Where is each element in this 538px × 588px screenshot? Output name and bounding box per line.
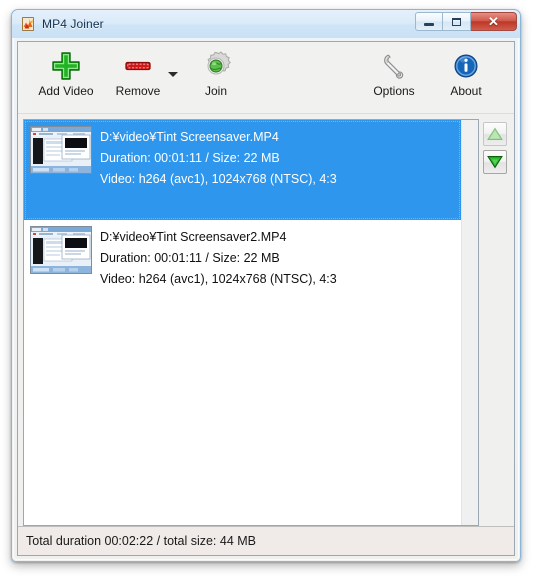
reorder-controls (479, 119, 509, 526)
maximize-icon (452, 17, 461, 26)
green-plus-icon (52, 52, 80, 80)
row-meta: D:¥video¥Tint Screensaver.MP4 Duration: … (100, 126, 337, 214)
row-video-info: Video: h264 (avc1), 1024x768 (NTSC), 4:3 (100, 272, 337, 286)
remove-icon-wrap (123, 49, 153, 83)
red-minus-icon (125, 61, 151, 71)
thumbnail-image (31, 227, 91, 273)
row-duration: Duration: 00:01:11 / Size: 22 MB (100, 151, 280, 165)
toolbar: Add Video Remove Join Options About (18, 42, 514, 114)
add-video-icon-wrap (51, 49, 81, 83)
video-thumbnail (30, 126, 92, 174)
join-icon-wrap (200, 49, 232, 83)
row-path: D:¥video¥Tint Screensaver2.MP4 (100, 230, 287, 244)
window-controls: ✕ (415, 12, 517, 31)
add-video-label: Add Video (38, 84, 94, 98)
about-icon-wrap (453, 49, 479, 83)
maximize-button[interactable] (443, 12, 471, 31)
about-label: About (450, 84, 482, 98)
list-scrollbar-gutter[interactable] (461, 120, 478, 525)
app-icon (22, 17, 34, 31)
arrow-down-icon (487, 156, 503, 169)
remove-button[interactable]: Remove (102, 46, 174, 98)
arrow-up-icon (487, 127, 503, 140)
options-button[interactable]: Options (358, 46, 430, 98)
row-video-info: Video: h264 (avc1), 1024x768 (NTSC), 4:3 (100, 172, 337, 186)
move-down-button[interactable] (483, 150, 507, 174)
status-bar: Total duration 00:02:22 / total size: 44… (18, 526, 514, 555)
remove-label: Remove (115, 84, 161, 98)
mp4-joiner-window: MP4 Joiner ✕ Add Video Remove Join Optio… (11, 9, 521, 562)
close-icon: ✕ (488, 14, 499, 29)
window-title: MP4 Joiner (42, 17, 104, 31)
row-path: D:¥video¥Tint Screensaver.MP4 (100, 130, 279, 144)
video-thumbnail (30, 226, 92, 274)
minimize-button[interactable] (415, 12, 443, 31)
row-meta: D:¥video¥Tint Screensaver2.MP4 Duration:… (100, 226, 337, 290)
title-bar[interactable]: MP4 Joiner ✕ (12, 10, 520, 38)
client-area: Add Video Remove Join Options About D:¥v… (17, 41, 515, 556)
options-label: Options (373, 84, 415, 98)
options-icon-wrap (380, 49, 408, 83)
status-text: Total duration 00:02:22 / total size: 44… (26, 534, 256, 548)
wrench-icon (384, 54, 404, 79)
close-button[interactable]: ✕ (471, 12, 517, 31)
join-button[interactable]: Join (180, 46, 252, 98)
move-up-button[interactable] (483, 122, 507, 146)
table-row[interactable]: D:¥video¥Tint Screensaver.MP4 Duration: … (24, 120, 461, 220)
info-circle-icon (454, 54, 478, 78)
desktop-backdrop: MP4 Joiner ✕ Add Video Remove Join Optio… (0, 0, 538, 588)
video-list[interactable]: D:¥video¥Tint Screensaver.MP4 Duration: … (23, 119, 479, 526)
about-button[interactable]: About (430, 46, 502, 98)
add-video-button[interactable]: Add Video (30, 46, 102, 98)
list-region: D:¥video¥Tint Screensaver.MP4 Duration: … (18, 114, 514, 526)
minimize-icon (424, 22, 434, 26)
table-row[interactable]: D:¥video¥Tint Screensaver2.MP4 Duration:… (24, 220, 461, 296)
join-label: Join (204, 84, 227, 98)
row-duration: Duration: 00:01:11 / Size: 22 MB (100, 251, 280, 265)
thumbnail-image (31, 127, 91, 173)
gear-globe-icon (207, 51, 231, 75)
